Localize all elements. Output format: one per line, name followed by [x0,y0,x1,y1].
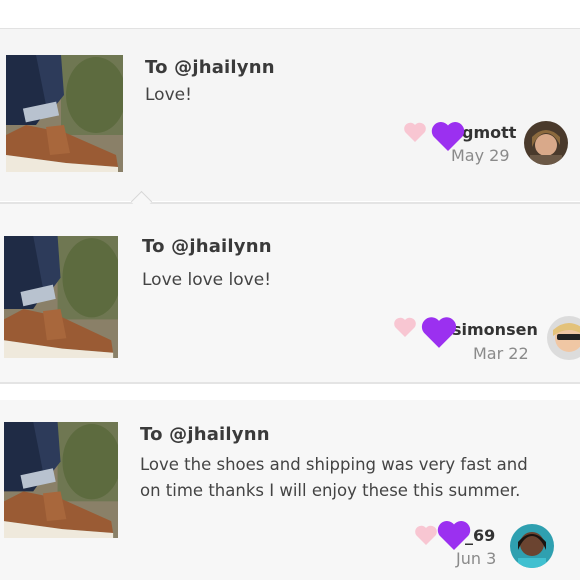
review-message-line-1: Love the shoes and shipping was very fas… [140,455,528,474]
product-thumbnail[interactable] [6,55,123,172]
review-card: To @jhailynn Love love love! simonsen Ma… [0,202,580,384]
pink-heart-icon[interactable] [393,316,417,338]
review-message-line-2: on time thanks I will enjoy these this s… [140,481,521,500]
reviewer-username[interactable]: gmott [462,123,516,142]
recipient-label: To @jhailynn [142,236,272,257]
recipient-label: To @jhailynn [145,57,275,78]
avatar[interactable] [547,316,580,360]
review-message: Love love love! [142,270,272,290]
purple-heart-icon [430,119,466,153]
product-thumbnail[interactable] [4,422,118,538]
review-card: To @jhailynn Love the shoes and shipping… [0,400,580,580]
purple-heart-icon [420,314,458,350]
reviewer-username[interactable]: simonsen [452,320,538,339]
review-card: To @jhailynn Love! gmott May 29 [0,28,580,201]
recipient-label: To @jhailynn [140,424,270,445]
pink-heart-icon[interactable] [403,121,427,143]
product-thumbnail[interactable] [4,236,118,358]
pink-heart-icon[interactable] [414,524,438,546]
review-message: Love! [145,85,192,105]
review-date: Mar 22 [473,344,529,363]
avatar[interactable] [524,121,568,165]
avatar[interactable] [510,524,554,568]
purple-heart-icon [436,518,472,552]
